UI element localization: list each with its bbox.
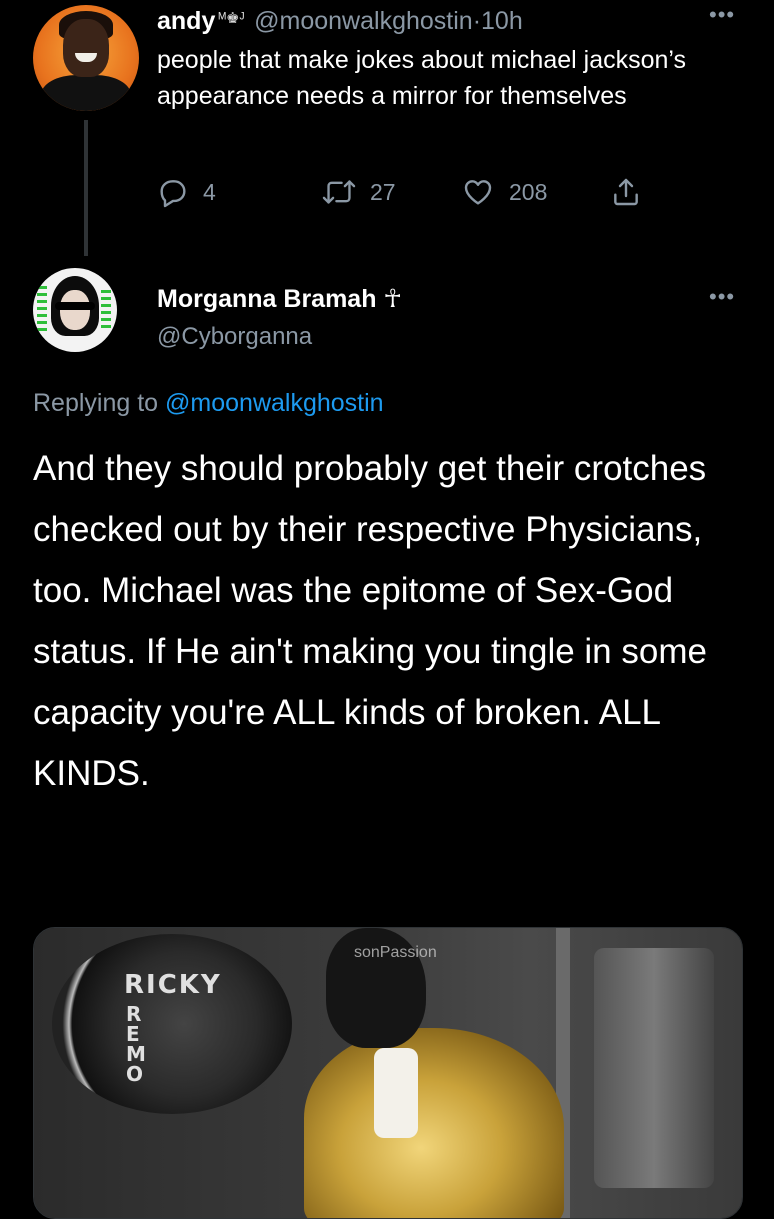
- like-count: 208: [509, 178, 548, 205]
- author-handle[interactable]: @Cyborganna: [157, 322, 312, 352]
- name-emoji: ᴹ♚ᴶ: [218, 10, 245, 27]
- tweet-time[interactable]: 10h: [481, 7, 523, 35]
- share-button[interactable]: [610, 172, 642, 212]
- more-options-icon[interactable]: •••: [709, 2, 735, 28]
- author-handle[interactable]: @moonwalkghostin: [254, 7, 473, 35]
- retweet-icon: [322, 180, 356, 204]
- separator-dot: ·: [472, 7, 482, 35]
- media-drum-text: RICKY: [124, 970, 222, 1000]
- reply-count: 4: [203, 178, 216, 205]
- avatar-face: [63, 19, 109, 77]
- like-icon: [464, 180, 492, 205]
- reply-button[interactable]: 4: [157, 172, 216, 212]
- retweet-button[interactable]: 27: [322, 172, 396, 212]
- author-name[interactable]: andy: [157, 7, 215, 35]
- avatar[interactable]: [33, 268, 117, 352]
- avatar-code-right: [101, 290, 111, 330]
- retweet-count: 27: [370, 178, 396, 205]
- media-watermark: sonPassion: [354, 944, 437, 961]
- author-name[interactable]: Morganna Bramah ☥: [157, 284, 402, 314]
- replying-prefix: Replying to: [33, 389, 166, 417]
- avatar-code-left: [37, 286, 47, 332]
- tweet-text: And they should probably get their crotc…: [33, 449, 707, 793]
- share-icon: [614, 178, 638, 206]
- replying-handle-link[interactable]: @moonwalkghostin: [165, 389, 384, 417]
- tweet-text: people that make jokes about michael jac…: [157, 46, 687, 110]
- media-performer-shirt: [374, 1048, 418, 1138]
- like-button[interactable]: 208: [461, 172, 547, 212]
- avatar-suit: [41, 75, 131, 111]
- tweet-media-video[interactable]: RICKY REMO sonPassion: [33, 927, 743, 1219]
- media-performer-jacket: [304, 1028, 564, 1218]
- more-options-icon[interactable]: •••: [709, 284, 735, 310]
- media-drum-vertical-text: REMO: [126, 1002, 146, 1086]
- avatar-sunglasses: [55, 302, 95, 310]
- media-bass-drum: [52, 934, 292, 1114]
- avatar-face: [60, 290, 90, 330]
- reply-icon: [160, 180, 186, 208]
- media-stage-equipment: [594, 948, 714, 1188]
- thread-connector-line: [84, 120, 88, 256]
- replying-to: Replying to @moonwalkghostin: [33, 387, 384, 419]
- tweet-header: andy ᴹ♚ᴶ @moonwalkghostin·10h: [157, 4, 523, 36]
- avatar[interactable]: [33, 5, 139, 111]
